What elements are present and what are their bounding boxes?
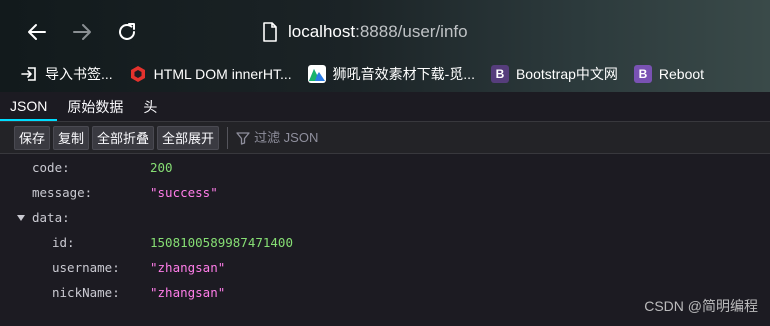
back-button[interactable] [22,17,52,47]
url-host: localhost [288,22,356,41]
json-value: 200 [150,160,173,175]
expand-toggle-icon[interactable] [17,215,25,221]
filter-icon [236,131,250,145]
bootstrap-icon: B [490,65,509,83]
bootstrap-icon: B [633,65,652,83]
tab-headers[interactable]: 头 [133,92,167,121]
json-row[interactable]: id: 1508100589987471400 [0,230,770,255]
bookmark-label: 狮吼音效素材下载-觅... [332,66,475,82]
json-row[interactable]: username: "zhangsan" [0,255,770,280]
json-key: username: [52,260,120,275]
viewer-tabs: JSON 原始数据 头 [0,92,770,122]
json-row[interactable]: message: "success" [0,180,770,205]
bookmark-label: Bootstrap中文网 [515,66,618,82]
copy-button[interactable]: 复制 [53,125,90,150]
json-value: 1508100589987471400 [150,235,293,250]
bookmarks-bar: 导入书签... HTML DOM innerHT... 狮吼音效素材下载-觅..… [0,60,770,88]
import-icon [20,65,38,83]
save-button[interactable]: 保存 [14,125,51,150]
forward-button[interactable] [67,17,97,47]
json-key: message: [32,185,93,200]
bookmark-reboot[interactable]: B Reboot [633,65,705,83]
json-key: data: [32,210,70,225]
filter-json-input[interactable] [254,130,375,145]
expand-all-button[interactable]: 全部展开 [157,125,220,150]
json-key: code: [32,160,70,175]
json-value: "zhangsan" [150,285,226,300]
bookmark-label: 导入书签... [45,66,113,82]
json-toolbar: 保存 复制 全部折叠 全部展开 [0,122,770,154]
arrow-right-icon [73,24,91,40]
reload-icon [119,23,135,40]
json-key: id: [52,235,75,250]
bookmark-label: HTML DOM innerHT... [153,66,292,82]
json-value: "zhangsan" [150,260,226,275]
mountain-logo-icon [307,65,326,83]
html-hexagon-icon [129,65,147,83]
browser-chrome: localhost:8888/user/info 导入书签... HTML DO… [0,0,770,92]
url-path: :8888/user/info [355,22,468,41]
page-icon [263,22,277,42]
bookmark-label: Reboot [658,66,705,82]
json-row[interactable]: data: [0,205,770,230]
bookmark-html-dom[interactable]: HTML DOM innerHT... [129,65,292,83]
toolbar-divider [227,126,229,149]
url-bar[interactable]: localhost:8888/user/info [262,16,622,48]
json-key: nickName: [52,285,120,300]
json-row[interactable]: code: 200 [0,155,770,180]
tab-raw-data[interactable]: 原始数据 [57,92,133,121]
reload-button[interactable] [112,17,142,47]
bookmark-import[interactable]: 导入书签... [20,64,113,84]
watermark: CSDN @简明编程 [644,298,758,314]
tab-json[interactable]: JSON [0,92,58,121]
bookmark-bootstrap[interactable]: B Bootstrap中文网 [490,64,618,84]
filter-box [236,130,375,145]
arrow-left-icon [28,24,46,40]
bookmark-sound[interactable]: 狮吼音效素材下载-觅... [307,64,475,84]
collapse-all-button[interactable]: 全部折叠 [92,125,155,150]
json-value: "success" [150,185,218,200]
